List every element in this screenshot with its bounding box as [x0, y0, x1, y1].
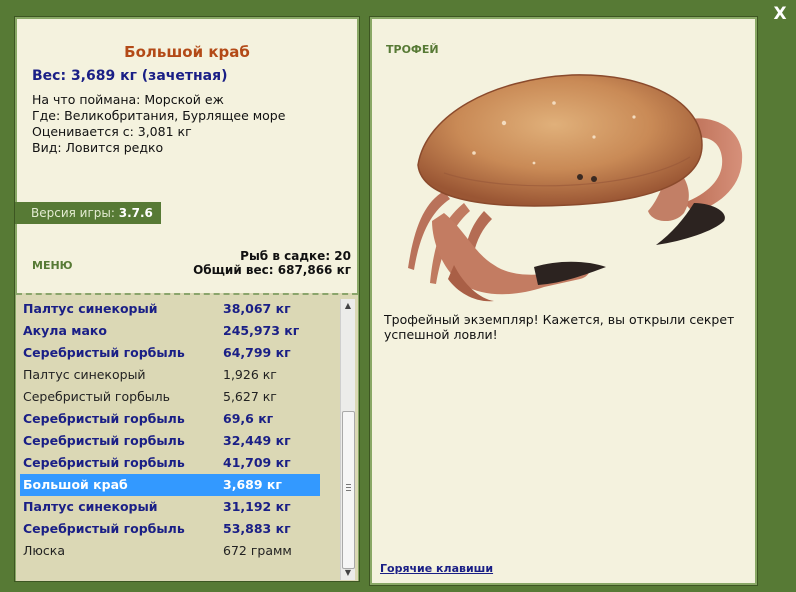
catch-weight: 53,883 кг: [223, 521, 291, 536]
fish-title: Большой краб: [124, 43, 250, 61]
list-item[interactable]: Палтус синекорый 1,926 кг: [20, 364, 320, 386]
scroll-up-arrow-icon[interactable]: ▲: [341, 299, 355, 313]
catch-weight: 41,709 кг: [223, 455, 291, 470]
catch-weight: 32,449 кг: [223, 433, 291, 448]
version-label: Версия игры:: [31, 206, 119, 220]
fish-weight: Вес: 3,689 кг (зачетная): [32, 68, 228, 84]
catch-name: Серебристый горбыль: [23, 433, 185, 448]
scroll-down-arrow-icon[interactable]: ▼: [341, 566, 355, 580]
menu-button[interactable]: МЕНЮ: [32, 259, 73, 272]
catch-name: Большой краб: [23, 477, 128, 492]
fish-count: Рыб в садке: 20: [240, 249, 351, 263]
list-item[interactable]: Серебристый горбыль 41,709 кг: [20, 452, 320, 474]
scrollbar[interactable]: ▲ ▼: [340, 299, 355, 580]
list-item[interactable]: Серебристый горбыль 53,883 кг: [20, 518, 320, 540]
list-item[interactable]: Акула мако 245,973 кг: [20, 320, 320, 342]
list-item[interactable]: Серебристый горбыль 32,449 кг: [20, 430, 320, 452]
catch-weight: 31,192 кг: [223, 499, 291, 514]
catch-name: Серебристый горбыль: [23, 521, 185, 536]
catch-name: Палтус синекорый: [23, 499, 158, 514]
catch-weight: 245,973 кг: [223, 323, 300, 338]
hotkeys-link[interactable]: Горячие клавиши: [380, 562, 493, 575]
catch-name: Серебристый горбыль: [23, 411, 185, 426]
list-item[interactable]: Большой краб 3,689 кг: [20, 474, 320, 496]
catch-name: Серебристый горбыль: [23, 345, 185, 360]
fish-value: Оценивается с: 3,081 кг: [32, 124, 192, 139]
list-item[interactable]: Люска 672 грамм: [20, 540, 320, 562]
catch-weight: 3,689 кг: [223, 477, 282, 492]
catch-list[interactable]: Палтус синекорый 38,067 кг Акула мако 245,9…: [16, 293, 358, 581]
list-item[interactable]: Серебристый горбыль 69,6 кг: [20, 408, 320, 430]
catch-name: Серебристый горбыль: [23, 389, 171, 404]
trophy-panel: ТРОФЕЙ Трофейный экземпляр! Кажется, вы …: [369, 16, 758, 586]
list-item[interactable]: Серебристый горбыль 5,627 кг: [20, 386, 320, 408]
fish-location: Где: Великобритания, Бурлящее море: [32, 108, 286, 123]
close-button[interactable]: X: [770, 4, 790, 24]
catch-weight: 69,6 кг: [223, 411, 274, 426]
version-badge: Версия игры: 3.7.6: [15, 202, 161, 224]
catch-weight: 5,627 кг: [223, 389, 277, 404]
catch-weight: 1,926 кг: [223, 367, 277, 382]
catch-name: Палтус синекорый: [23, 301, 158, 316]
catch-weight: 38,067 кг: [223, 301, 291, 316]
scroll-thumb[interactable]: [342, 411, 355, 569]
fish-type: Вид: Ловится редко: [32, 140, 164, 155]
catch-weight: 672 грамм: [223, 543, 292, 558]
total-weight: Общий вес: 687,866 кг: [193, 263, 351, 277]
list-item[interactable]: Серебристый горбыль 64,799 кг: [20, 342, 320, 364]
list-item[interactable]: Палтус синекорый 38,067 кг: [20, 298, 320, 320]
catch-name: Люска: [23, 543, 66, 558]
catch-name: Серебристый горбыль: [23, 455, 185, 470]
catch-name: Палтус синекорый: [23, 367, 146, 382]
list-item[interactable]: Палтус синекорый 31,192 кг: [20, 496, 320, 518]
fish-bait: На что поймана: Морской еж: [32, 92, 224, 107]
fish-info-panel: Большой краб Вес: 3,689 кг (зачетная) На…: [14, 16, 360, 582]
trophy-text: Трофейный экземпляр! Кажется, вы открыли…: [384, 312, 735, 342]
catch-name: Акула мако: [23, 323, 107, 338]
scroll-grip-icon: [346, 484, 351, 493]
crab-image: [408, 74, 743, 302]
version-value: 3.7.6: [118, 206, 153, 220]
catch-weight: 64,799 кг: [223, 345, 291, 360]
